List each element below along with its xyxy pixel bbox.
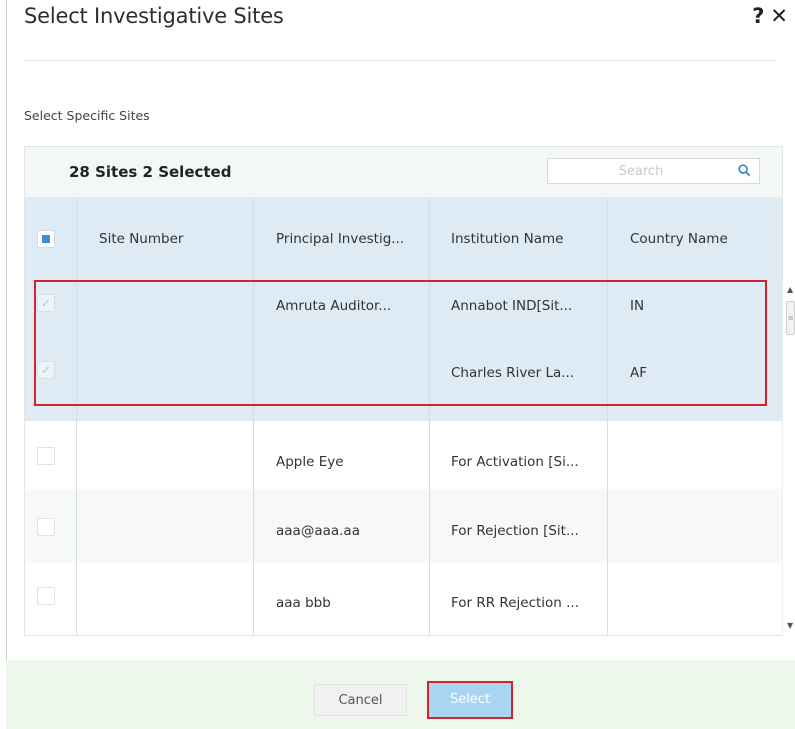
scroll-down-icon[interactable]: ▼ — [787, 621, 793, 630]
help-icon[interactable]: ? — [752, 4, 770, 28]
scroll-thumb[interactable]: ≡ — [786, 301, 795, 335]
column-header-site-number[interactable]: Site Number — [99, 197, 183, 281]
cell-country-name: AF — [630, 365, 648, 381]
cell-institution-name: Charles River La... — [451, 365, 575, 381]
cell-institution-name: Annabot IND[Sit... — [451, 298, 573, 314]
column-divider — [429, 197, 430, 635]
cell-country-name: IN — [630, 298, 645, 314]
check-icon: ✓ — [41, 363, 52, 377]
scroll-grip-icon: ≡ — [788, 314, 794, 322]
row-checkbox[interactable]: ✓ — [37, 294, 55, 312]
cell-principal-investigator: aaa bbb — [276, 595, 331, 611]
cell-institution-name: For Rejection [Sit... — [451, 523, 579, 539]
selection-summary: 28 Sites 2 Selected — [69, 163, 232, 181]
table-row[interactable]: aaa@aaa.aa For Rejection [Sit... — [25, 489, 782, 563]
table-row[interactable]: ✓ Charles River La... AF — [25, 348, 782, 421]
column-header-principal-investigator[interactable]: Principal Investig... — [276, 197, 404, 281]
table-row[interactable]: aaa bbb For RR Rejection ... — [25, 563, 782, 635]
row-checkbox[interactable] — [37, 447, 55, 465]
select-sites-dialog: Select Investigative Sites ?✕ Select Spe… — [6, 0, 795, 729]
dialog-title: Select Investigative Sites — [24, 4, 284, 28]
check-icon: ✓ — [41, 296, 52, 310]
column-divider — [607, 197, 608, 635]
grid-body: ✓ Amruta Auditor... Annabot IND[Sit... I… — [25, 281, 782, 635]
cell-principal-investigator: Apple Eye — [276, 454, 344, 470]
partial-select-indicator — [42, 235, 50, 243]
search-input[interactable] — [548, 159, 726, 183]
cell-institution-name: For RR Rejection ... — [451, 595, 580, 611]
row-checkbox[interactable]: ✓ — [37, 361, 55, 379]
cell-principal-investigator: Amruta Auditor... — [276, 298, 392, 314]
table-row[interactable]: ✓ Amruta Auditor... Annabot IND[Sit... I… — [25, 281, 782, 348]
select-all-checkbox[interactable] — [37, 230, 55, 248]
row-checkbox[interactable] — [37, 587, 55, 605]
cancel-button[interactable]: Cancel — [314, 684, 407, 716]
column-header-row: Site Number Principal Investig... Instit… — [25, 197, 782, 281]
grid-scrollbar[interactable]: ▲ ≡ ▼ — [782, 281, 795, 635]
table-row[interactable]: Apple Eye For Activation [Si... — [25, 421, 782, 489]
column-divider — [76, 197, 77, 635]
cell-institution-name: For Activation [Si... — [451, 454, 579, 470]
search-box — [547, 158, 760, 184]
cell-principal-investigator: aaa@aaa.aa — [276, 523, 360, 539]
close-icon[interactable]: ✕ — [770, 4, 794, 28]
select-button[interactable]: Select — [427, 681, 513, 719]
row-checkbox[interactable] — [37, 518, 55, 536]
column-divider — [253, 197, 254, 635]
grid-toolbar: 28 Sites 2 Selected — [25, 147, 782, 197]
header-actions: ?✕ — [752, 4, 794, 28]
header-divider — [24, 60, 776, 61]
dialog-footer: Cancel Select — [6, 660, 795, 729]
column-header-country-name[interactable]: Country Name — [630, 197, 728, 281]
sites-grid: 28 Sites 2 Selected Site Number Principa… — [24, 146, 795, 636]
section-subtitle: Select Specific Sites — [24, 108, 150, 123]
scroll-up-icon[interactable]: ▲ — [787, 285, 793, 294]
search-icon[interactable] — [738, 164, 751, 177]
column-header-institution-name[interactable]: Institution Name — [451, 197, 563, 281]
